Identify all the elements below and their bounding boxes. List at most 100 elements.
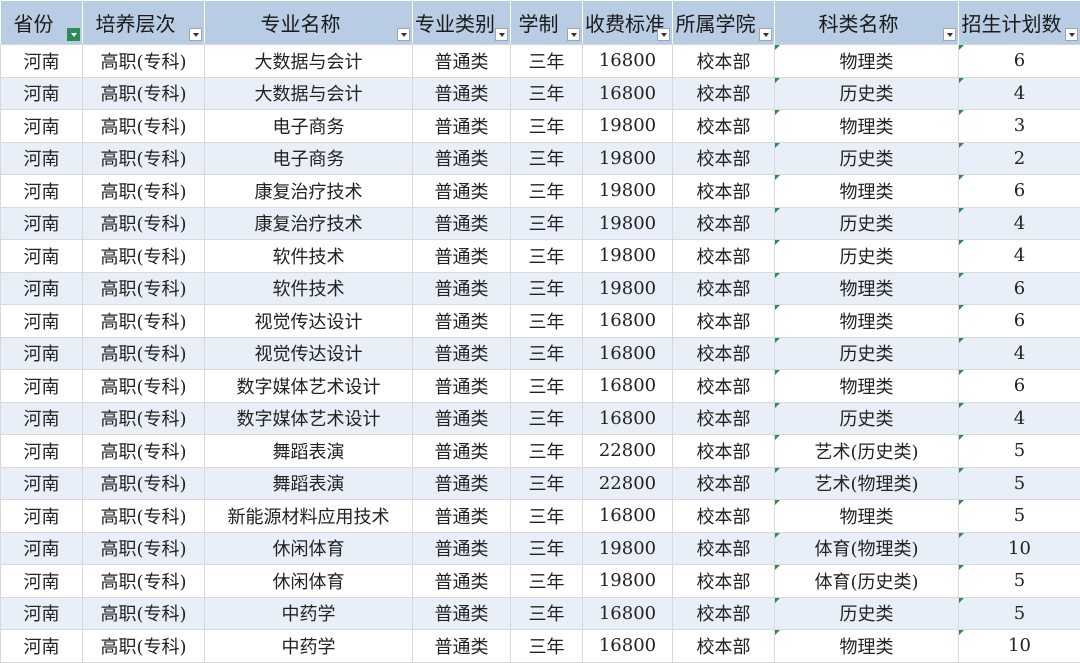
cell-college[interactable]: 校本部 bbox=[673, 240, 775, 273]
cell-major[interactable]: 视觉传达设计 bbox=[205, 305, 413, 338]
cell-province[interactable]: 河南 bbox=[1, 370, 83, 403]
cell-fee[interactable]: 19800 bbox=[583, 175, 673, 208]
cell-college[interactable]: 校本部 bbox=[673, 207, 775, 240]
cell-level[interactable]: 高职(专科) bbox=[83, 272, 205, 305]
cell-duration[interactable]: 三年 bbox=[511, 175, 583, 208]
cell-province[interactable]: 河南 bbox=[1, 305, 83, 338]
cell-subject[interactable]: 体育(物理类) bbox=[775, 532, 959, 565]
cell-subject[interactable]: 物理类 bbox=[775, 305, 959, 338]
cell-major[interactable]: 数字媒体艺术设计 bbox=[205, 370, 413, 403]
filter-dropdown-icon[interactable] bbox=[397, 28, 410, 41]
cell-level[interactable]: 高职(专科) bbox=[83, 565, 205, 598]
cell-category[interactable]: 普通类 bbox=[413, 207, 511, 240]
cell-college[interactable]: 校本部 bbox=[673, 435, 775, 468]
cell-duration[interactable]: 三年 bbox=[511, 272, 583, 305]
filter-dropdown-icon[interactable] bbox=[189, 28, 202, 41]
cell-major[interactable]: 软件技术 bbox=[205, 240, 413, 273]
cell-plan[interactable]: 6 bbox=[959, 175, 1080, 208]
cell-province[interactable]: 河南 bbox=[1, 630, 83, 663]
cell-level[interactable]: 高职(专科) bbox=[83, 402, 205, 435]
cell-fee[interactable]: 19800 bbox=[583, 272, 673, 305]
cell-province[interactable]: 河南 bbox=[1, 77, 83, 110]
cell-subject[interactable]: 物理类 bbox=[775, 630, 959, 663]
cell-subject[interactable]: 物理类 bbox=[775, 370, 959, 403]
cell-category[interactable]: 普通类 bbox=[413, 142, 511, 175]
filter-dropdown-icon[interactable] bbox=[495, 28, 508, 41]
cell-plan[interactable]: 5 bbox=[959, 467, 1080, 500]
cell-major[interactable]: 休闲体育 bbox=[205, 565, 413, 598]
cell-province[interactable]: 河南 bbox=[1, 532, 83, 565]
cell-subject[interactable]: 物理类 bbox=[775, 272, 959, 305]
cell-duration[interactable]: 三年 bbox=[511, 77, 583, 110]
cell-plan[interactable]: 10 bbox=[959, 630, 1080, 663]
cell-level[interactable]: 高职(专科) bbox=[83, 467, 205, 500]
cell-duration[interactable]: 三年 bbox=[511, 532, 583, 565]
cell-fee[interactable]: 16800 bbox=[583, 305, 673, 338]
cell-college[interactable]: 校本部 bbox=[673, 272, 775, 305]
cell-subject[interactable]: 物理类 bbox=[775, 175, 959, 208]
cell-province[interactable]: 河南 bbox=[1, 565, 83, 598]
cell-level[interactable]: 高职(专科) bbox=[83, 45, 205, 78]
cell-college[interactable]: 校本部 bbox=[673, 402, 775, 435]
cell-province[interactable]: 河南 bbox=[1, 597, 83, 630]
cell-duration[interactable]: 三年 bbox=[511, 467, 583, 500]
cell-category[interactable]: 普通类 bbox=[413, 370, 511, 403]
cell-category[interactable]: 普通类 bbox=[413, 435, 511, 468]
cell-category[interactable]: 普通类 bbox=[413, 402, 511, 435]
cell-major[interactable]: 舞蹈表演 bbox=[205, 435, 413, 468]
cell-duration[interactable]: 三年 bbox=[511, 305, 583, 338]
cell-college[interactable]: 校本部 bbox=[673, 337, 775, 370]
cell-province[interactable]: 河南 bbox=[1, 435, 83, 468]
cell-fee[interactable]: 16800 bbox=[583, 45, 673, 78]
cell-duration[interactable]: 三年 bbox=[511, 630, 583, 663]
cell-major[interactable]: 中药学 bbox=[205, 630, 413, 663]
cell-category[interactable]: 普通类 bbox=[413, 110, 511, 143]
cell-province[interactable]: 河南 bbox=[1, 500, 83, 533]
cell-major[interactable]: 休闲体育 bbox=[205, 532, 413, 565]
cell-level[interactable]: 高职(专科) bbox=[83, 630, 205, 663]
cell-fee[interactable]: 16800 bbox=[583, 500, 673, 533]
cell-plan[interactable]: 6 bbox=[959, 370, 1080, 403]
cell-subject[interactable]: 历史类 bbox=[775, 77, 959, 110]
cell-duration[interactable]: 三年 bbox=[511, 110, 583, 143]
filter-dropdown-icon[interactable] bbox=[657, 28, 670, 41]
cell-duration[interactable]: 三年 bbox=[511, 207, 583, 240]
filter-dropdown-icon[interactable] bbox=[943, 28, 956, 41]
cell-subject[interactable]: 艺术(物理类) bbox=[775, 467, 959, 500]
filter-active-icon[interactable] bbox=[67, 28, 80, 41]
cell-subject[interactable]: 历史类 bbox=[775, 207, 959, 240]
cell-duration[interactable]: 三年 bbox=[511, 597, 583, 630]
cell-subject[interactable]: 历史类 bbox=[775, 402, 959, 435]
cell-fee[interactable]: 16800 bbox=[583, 370, 673, 403]
cell-subject[interactable]: 历史类 bbox=[775, 142, 959, 175]
cell-province[interactable]: 河南 bbox=[1, 272, 83, 305]
cell-province[interactable]: 河南 bbox=[1, 337, 83, 370]
cell-college[interactable]: 校本部 bbox=[673, 305, 775, 338]
cell-major[interactable]: 康复治疗技术 bbox=[205, 175, 413, 208]
cell-duration[interactable]: 三年 bbox=[511, 500, 583, 533]
cell-college[interactable]: 校本部 bbox=[673, 500, 775, 533]
cell-major[interactable]: 视觉传达设计 bbox=[205, 337, 413, 370]
cell-level[interactable]: 高职(专科) bbox=[83, 175, 205, 208]
cell-level[interactable]: 高职(专科) bbox=[83, 207, 205, 240]
cell-major[interactable]: 电子商务 bbox=[205, 110, 413, 143]
cell-college[interactable]: 校本部 bbox=[673, 175, 775, 208]
cell-college[interactable]: 校本部 bbox=[673, 630, 775, 663]
cell-plan[interactable]: 5 bbox=[959, 597, 1080, 630]
cell-province[interactable]: 河南 bbox=[1, 207, 83, 240]
cell-college[interactable]: 校本部 bbox=[673, 45, 775, 78]
cell-level[interactable]: 高职(专科) bbox=[83, 370, 205, 403]
cell-level[interactable]: 高职(专科) bbox=[83, 597, 205, 630]
cell-subject[interactable]: 历史类 bbox=[775, 337, 959, 370]
cell-duration[interactable]: 三年 bbox=[511, 240, 583, 273]
cell-level[interactable]: 高职(专科) bbox=[83, 110, 205, 143]
cell-college[interactable]: 校本部 bbox=[673, 532, 775, 565]
cell-major[interactable]: 软件技术 bbox=[205, 272, 413, 305]
cell-category[interactable]: 普通类 bbox=[413, 77, 511, 110]
cell-fee[interactable]: 22800 bbox=[583, 467, 673, 500]
cell-subject[interactable]: 物理类 bbox=[775, 500, 959, 533]
cell-category[interactable]: 普通类 bbox=[413, 45, 511, 78]
cell-category[interactable]: 普通类 bbox=[413, 240, 511, 273]
cell-subject[interactable]: 历史类 bbox=[775, 240, 959, 273]
cell-plan[interactable]: 5 bbox=[959, 565, 1080, 598]
